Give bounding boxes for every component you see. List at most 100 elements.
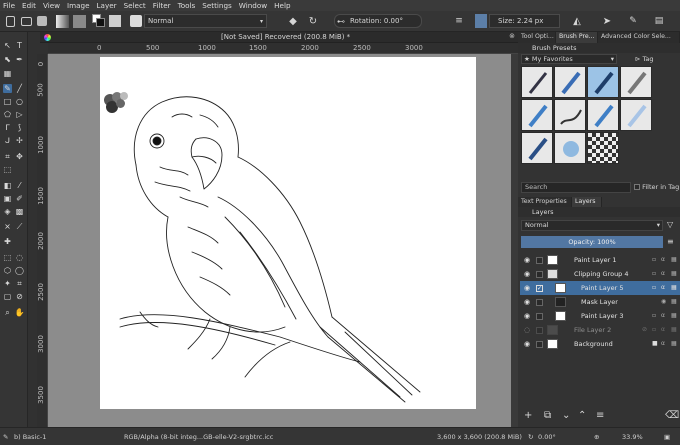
gradient-tool-icon[interactable]: ◧ bbox=[3, 181, 12, 190]
bezier-select-icon[interactable]: ▢ bbox=[3, 292, 12, 301]
move-tool-icon[interactable]: ✥ bbox=[15, 152, 24, 161]
inherit-alpha-icon[interactable]: ▦ bbox=[671, 285, 677, 291]
contiguous-select-icon[interactable]: ✦ bbox=[3, 279, 12, 288]
fill-tool-icon[interactable]: ◈ bbox=[3, 207, 12, 216]
document-tab-title[interactable]: [Not Saved] Recovered (200.8 MiB) * bbox=[221, 33, 350, 41]
assistant-icon[interactable]: ▦ bbox=[3, 69, 12, 78]
brush-preset-item[interactable] bbox=[587, 132, 619, 164]
close-document-icon[interactable]: ⊗ bbox=[509, 32, 515, 40]
calligraphy-icon[interactable]: ✒ bbox=[15, 55, 24, 64]
ellipse-tool-icon[interactable]: ○ bbox=[15, 97, 24, 106]
brush-preset-item[interactable] bbox=[521, 99, 553, 131]
brush-preset-icon[interactable] bbox=[129, 14, 143, 28]
polygon-select-icon[interactable]: ⬡ bbox=[3, 266, 12, 275]
polygon-tool-icon[interactable]: ⬠ bbox=[3, 110, 12, 119]
colorize-mask-icon[interactable]: ▣ bbox=[3, 194, 12, 203]
menu-filter[interactable]: Filter bbox=[153, 1, 171, 10]
rotation-slider[interactable]: ⊷ Rotation: 0.00° bbox=[334, 14, 422, 28]
layer-row[interactable]: ◌ File Layer 2 ⊘ ▫ α ▦ bbox=[520, 323, 680, 337]
text-tool-icon[interactable]: T bbox=[15, 41, 24, 50]
reload-preset-icon[interactable]: ↻ bbox=[306, 14, 320, 28]
visibility-icon[interactable]: ◉ bbox=[661, 299, 667, 305]
menu-image[interactable]: Image bbox=[67, 1, 90, 10]
opacity-slider[interactable]: Opacity: 100% bbox=[521, 236, 663, 248]
menu-edit[interactable]: Edit bbox=[22, 1, 36, 10]
layer-checkbox[interactable] bbox=[536, 312, 543, 320]
layer-row[interactable]: ◉ Clipping Group 4 ▫ α ▦ bbox=[520, 267, 680, 281]
bezier-tool-icon[interactable]: ᒥ bbox=[3, 123, 12, 132]
inherit-alpha-icon[interactable]: ▦ bbox=[671, 257, 677, 263]
layer-checkbox[interactable] bbox=[536, 340, 543, 348]
filter-in-tag-checkbox[interactable]: Filter in Tag bbox=[634, 182, 680, 193]
zoom-in-icon[interactable]: ⊕ bbox=[594, 433, 599, 441]
opacity-menu-icon[interactable]: ≡ bbox=[667, 237, 674, 246]
multibrush-icon[interactable]: ✢ bbox=[15, 136, 24, 145]
mirror-options-icon[interactable]: ≡ bbox=[452, 14, 466, 28]
inherit-alpha-icon[interactable]: ▦ bbox=[671, 313, 677, 319]
workspace-icon[interactable]: ▤ bbox=[652, 14, 666, 28]
inherit-alpha-icon[interactable]: ▦ bbox=[671, 299, 677, 305]
eraser-mode-icon[interactable]: ◆ bbox=[286, 14, 300, 28]
measure-tool-icon[interactable]: ⟋ bbox=[15, 222, 24, 231]
rectangle-tool-icon[interactable]: □ bbox=[3, 97, 12, 106]
eye-hidden-icon[interactable]: ◌ bbox=[524, 326, 531, 334]
layer-row[interactable]: ◉ Mask Layer ◉ ▦ bbox=[520, 295, 680, 309]
tab-advanced-color-selector[interactable]: Advanced Color Sele... bbox=[598, 32, 680, 43]
menu-tools[interactable]: Tools bbox=[178, 1, 196, 10]
brush-preset-item[interactable] bbox=[521, 132, 553, 164]
magnetic-select-icon[interactable]: ⊘ bbox=[15, 292, 24, 301]
rect-select-icon[interactable]: ⬚ bbox=[3, 253, 12, 262]
brush-preset-item[interactable] bbox=[554, 132, 586, 164]
ellipse-select-icon[interactable]: ◌ bbox=[15, 253, 24, 262]
zoom-tool-icon[interactable]: ⌕ bbox=[3, 308, 12, 317]
layer-row-selected[interactable]: ◉ ✓ Paint Layer 5 ▫ α ▦ bbox=[520, 281, 680, 295]
alpha-icon[interactable]: α bbox=[661, 341, 667, 347]
lock-icon[interactable]: ▫ bbox=[652, 257, 658, 263]
open-document-icon[interactable] bbox=[19, 14, 33, 28]
menu-view[interactable]: View bbox=[43, 1, 60, 10]
layer-checkbox[interactable] bbox=[536, 256, 543, 264]
brush-size-slider[interactable]: Size: 2.24 px bbox=[489, 14, 560, 28]
layer-row[interactable]: ◉ Background ■ α ▦ bbox=[520, 337, 680, 351]
line-tool-icon[interactable]: ╱ bbox=[15, 84, 24, 93]
gradient-swatch[interactable] bbox=[55, 14, 69, 28]
pan-tool-icon[interactable]: ✋ bbox=[15, 308, 25, 317]
brush-preset-item[interactable] bbox=[554, 66, 586, 98]
mirror-vertical-icon[interactable]: ➤ bbox=[600, 14, 614, 28]
duplicate-layer-icon[interactable]: ⧉ bbox=[544, 410, 551, 421]
move-down-icon[interactable]: ⌄ bbox=[562, 410, 570, 421]
fg-bg-color-selector[interactable] bbox=[91, 14, 123, 28]
menu-settings[interactable]: Settings bbox=[202, 1, 231, 10]
inherit-alpha-icon[interactable]: ▦ bbox=[671, 341, 677, 347]
enclose-fill-icon[interactable]: ▩ bbox=[15, 207, 24, 216]
eye-icon[interactable]: ◉ bbox=[524, 270, 531, 278]
brush-preset-item-selected[interactable] bbox=[587, 66, 619, 98]
eye-icon[interactable]: ◉ bbox=[524, 312, 531, 320]
menu-select[interactable]: Select bbox=[124, 1, 146, 10]
brush-preset-item[interactable] bbox=[554, 99, 586, 131]
opacity-color-chip[interactable] bbox=[475, 14, 487, 28]
color-picker-icon[interactable]: ⁄ bbox=[15, 181, 24, 190]
brush-preset-item[interactable] bbox=[587, 99, 619, 131]
transform-layer-icon[interactable]: ⬚ bbox=[3, 165, 12, 174]
lock-icon[interactable]: ■ bbox=[652, 341, 658, 347]
lock-icon[interactable]: ▫ bbox=[652, 271, 658, 277]
alpha-icon[interactable]: α bbox=[661, 327, 667, 333]
reference-tool-icon[interactable]: ✚ bbox=[3, 237, 12, 246]
lock-icon[interactable]: ▫ bbox=[652, 313, 658, 319]
tab-brush-presets[interactable]: Brush Pre... bbox=[556, 32, 598, 43]
delete-layer-icon[interactable]: ⌫ bbox=[665, 410, 679, 421]
file-link-icon[interactable]: ⊘ bbox=[642, 327, 648, 333]
edit-shapes-icon[interactable]: ⬉ bbox=[3, 55, 12, 64]
brush-search-input[interactable]: Search bbox=[521, 182, 631, 193]
layer-row[interactable]: ◉ Paint Layer 3 ▫ α ▦ bbox=[520, 309, 680, 323]
similar-select-icon[interactable]: ⌗ bbox=[15, 279, 24, 288]
zoom-options-icon[interactable]: ▣ bbox=[664, 433, 670, 441]
alpha-icon[interactable]: α bbox=[661, 257, 667, 263]
brush-preset-item[interactable] bbox=[620, 99, 652, 131]
transform-tool-icon[interactable]: ↖ bbox=[3, 41, 12, 50]
menu-file[interactable]: File bbox=[3, 1, 15, 10]
tab-tool-options[interactable]: Tool Opti... bbox=[518, 32, 556, 43]
dynamic-brush-icon[interactable]: ᒍ bbox=[3, 136, 12, 145]
eye-icon[interactable]: ◉ bbox=[524, 298, 531, 306]
